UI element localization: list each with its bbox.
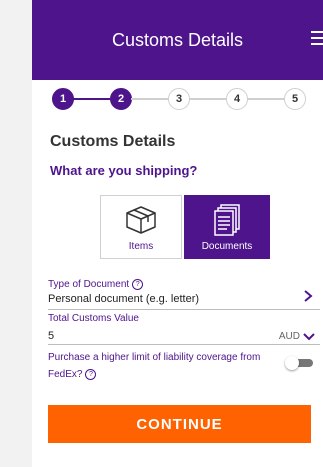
currency-value: AUD: [278, 331, 300, 342]
items-option-button[interactable]: Items: [100, 195, 182, 259]
app-header: Customs Details: [32, 0, 323, 80]
items-label: Items: [128, 241, 154, 252]
page-title: Customs Details: [111, 30, 244, 50]
step-2: 2: [110, 88, 132, 110]
document-type-label: Type of Document?: [48, 279, 144, 291]
help-icon[interactable]: ?: [85, 368, 97, 380]
shipping-question: What are you shipping?: [50, 163, 198, 178]
customs-value-label: Total Customs Value: [48, 313, 139, 324]
divider: [48, 344, 320, 345]
document-type-label-text: Type of Document: [48, 279, 130, 291]
step-connector: [73, 98, 110, 100]
box-icon: [126, 206, 156, 234]
step-3: 3: [168, 88, 190, 110]
chevron-right-icon[interactable]: [304, 290, 313, 302]
step-4: 4: [226, 88, 248, 110]
progress-stepper: 1 2 3 4 5: [52, 88, 312, 110]
chevron-down-icon: [303, 332, 315, 340]
step-1: 1: [52, 88, 74, 110]
app-screen: Customs Details 1 2 3 4 5 Customs Detail…: [32, 0, 323, 467]
customs-value-input[interactable]: 5: [48, 330, 54, 342]
documents-icon: [214, 204, 240, 236]
documents-label: Documents: [201, 241, 253, 252]
document-type-value[interactable]: Personal document (e.g. letter): [48, 293, 199, 305]
section-title: Customs Details: [50, 133, 176, 150]
documents-option-button[interactable]: Documents: [184, 195, 270, 259]
help-icon[interactable]: ?: [132, 279, 144, 290]
continue-button[interactable]: CONTINUE: [48, 405, 311, 443]
step-connector: [189, 98, 226, 100]
divider: [48, 309, 320, 310]
step-connector: [247, 98, 284, 100]
liability-coverage-text: Purchase a higher limit of liability cov…: [48, 349, 268, 383]
hamburger-menu-icon[interactable]: [311, 31, 323, 45]
step-connector: [131, 98, 168, 100]
liability-toggle[interactable]: [285, 356, 313, 370]
step-5: 5: [284, 88, 306, 110]
currency-select[interactable]: AUD: [279, 331, 315, 342]
liability-text: Purchase a higher limit of liability cov…: [48, 352, 261, 380]
